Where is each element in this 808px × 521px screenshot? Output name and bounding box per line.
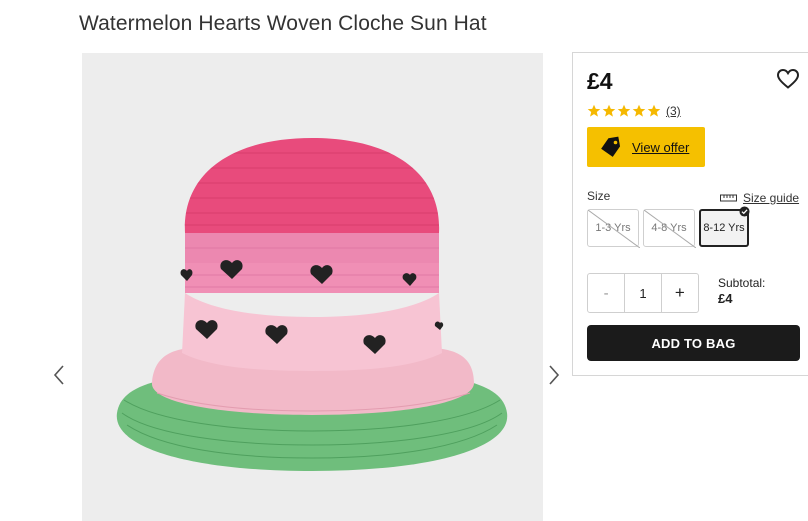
previous-image-button[interactable] bbox=[50, 360, 68, 390]
size-guide-link[interactable]: Size guide bbox=[720, 191, 799, 205]
check-circle-icon bbox=[739, 206, 750, 217]
next-image-button[interactable] bbox=[545, 360, 563, 390]
reviews-link[interactable]: (3) bbox=[666, 104, 681, 118]
size-option-8-12-yrs[interactable]: 8-12 Yrs bbox=[699, 206, 750, 247]
size-option-label: 8-12 Yrs bbox=[703, 222, 745, 234]
purchase-panel: £4 (3) View offer Size Size guide 1-3 Yr… bbox=[572, 52, 808, 376]
heart-icon bbox=[776, 68, 800, 89]
size-guide-label: Size guide bbox=[743, 191, 800, 205]
price: £4 bbox=[587, 68, 613, 94]
size-option-4-8-yrs[interactable]: 4-8 Yrs bbox=[643, 209, 696, 248]
subtotal-label: Subtotal: bbox=[718, 276, 766, 290]
star-icon bbox=[647, 104, 661, 117]
star-icon bbox=[602, 104, 616, 117]
subtotal-value: £4 bbox=[718, 291, 733, 306]
unavailable-strike-icon bbox=[588, 210, 640, 248]
star-icon bbox=[617, 104, 631, 117]
add-to-bag-button[interactable]: ADD TO BAG bbox=[587, 325, 800, 361]
chevron-left-icon bbox=[53, 365, 64, 385]
product-image bbox=[82, 53, 543, 521]
unavailable-strike-icon bbox=[644, 210, 696, 248]
subtotal: Subtotal: £4 bbox=[718, 276, 765, 306]
chevron-right-icon bbox=[549, 365, 560, 385]
size-label: Size bbox=[587, 189, 611, 203]
size-option-1-3-yrs[interactable]: 1-3 Yrs bbox=[587, 209, 640, 248]
view-offer-label: View offer bbox=[632, 139, 690, 155]
star-icon bbox=[587, 104, 601, 117]
star-rating bbox=[587, 104, 661, 118]
wishlist-button[interactable] bbox=[776, 67, 800, 91]
star-icon bbox=[632, 104, 646, 117]
size-options: 1-3 Yrs 4-8 Yrs 8-12 Yrs bbox=[587, 206, 750, 248]
ruler-icon bbox=[720, 194, 737, 202]
quantity-stepper: - 1 + bbox=[587, 273, 699, 313]
product-title: Watermelon Hearts Woven Cloche Sun Hat bbox=[79, 12, 487, 35]
decrease-quantity-button[interactable]: - bbox=[588, 274, 624, 312]
rating: (3) bbox=[587, 104, 681, 118]
quantity-input[interactable]: 1 bbox=[624, 274, 662, 312]
increase-quantity-button[interactable]: + bbox=[662, 274, 698, 312]
tag-icon bbox=[601, 136, 621, 157]
view-offer-button[interactable]: View offer bbox=[587, 127, 705, 167]
